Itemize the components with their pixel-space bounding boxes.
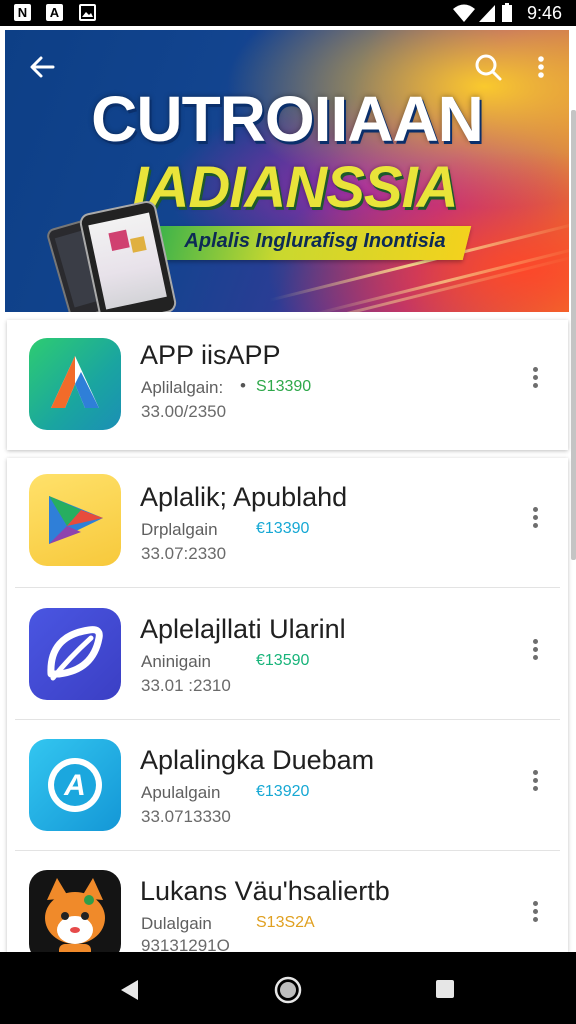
app-date: 33.00/2350	[141, 402, 227, 421]
fox-mascot-icon	[29, 870, 121, 962]
more-vert-icon[interactable]	[530, 364, 540, 394]
app-price: €13590	[256, 652, 310, 669]
app-date: 33.01 :2310	[141, 676, 231, 695]
app-subtitle: Aninigain	[141, 652, 211, 671]
app-card-featured: APP iisAPP Aplilalgain: • S13390 33.00/2…	[7, 320, 568, 450]
leaf-swirl-icon	[29, 608, 121, 700]
app-list-item[interactable]: Aplelajllati Ularinl Aninigain €13590 33…	[7, 590, 568, 720]
nav-recents-icon[interactable]	[436, 980, 454, 998]
signal-icon	[479, 5, 495, 22]
notification-n-icon: N	[14, 4, 31, 21]
status-time: 9:46	[526, 3, 562, 23]
hero-ribbon-text: Aplalis Inglurafisg Inontisia	[184, 230, 446, 252]
app-price: €13390	[256, 520, 310, 537]
app-list-item[interactable]: APP iisAPP Aplilalgain: • S13390 33.00/2…	[7, 320, 568, 450]
hero-banner[interactable]: CUTROIIAAN IADIANSSIA Aplalis Inglurafis…	[5, 30, 569, 312]
back-arrow-icon[interactable]	[27, 52, 57, 82]
svg-text:A: A	[63, 769, 86, 802]
app-date: 33.0713330	[141, 807, 231, 826]
more-vert-icon[interactable]	[531, 52, 551, 82]
nav-back-icon[interactable]	[118, 978, 142, 1002]
app-list-item[interactable]: Lukans Väu'hsaliertb Dulalgain S13S2A 93…	[7, 852, 568, 962]
app-title: Lukans Väu'hsaliertb	[140, 876, 390, 906]
app-list: Aplalik; Apublahd Drplalgain €13390 33.0…	[7, 458, 568, 962]
app-list-item[interactable]: Aplalik; Apublahd Drplalgain €13390 33.0…	[7, 458, 568, 588]
more-vert-icon[interactable]	[530, 767, 540, 797]
play-triangle-icon	[29, 474, 121, 566]
app-subtitle: Drplalgain	[141, 520, 218, 539]
more-vert-icon[interactable]	[530, 504, 540, 534]
navigation-bar	[0, 952, 576, 1024]
app-title: Aplalik; Apublahd	[140, 482, 348, 512]
notification-a-icon: A	[46, 4, 63, 21]
app-title: APP iisAPP	[140, 340, 281, 370]
app-price: S13S2A	[256, 914, 315, 931]
status-bar: N A 9:46	[0, 0, 576, 26]
app-subtitle: Dulalgain	[141, 914, 212, 933]
app-date: 33.07:2330	[141, 544, 227, 563]
app-subtitle: Apulalgain	[141, 783, 221, 802]
circle-a-icon: A	[29, 739, 121, 831]
more-vert-icon[interactable]	[530, 636, 540, 666]
app-price: €13920	[256, 783, 310, 800]
nav-home-icon[interactable]	[274, 976, 302, 1004]
image-icon	[79, 4, 96, 21]
wifi-icon	[453, 4, 475, 22]
separator-dot: •	[240, 376, 246, 395]
app-list-item[interactable]: A Aplalingka Duebam Apulalgain €13920 33…	[7, 721, 568, 851]
triangle-a-icon	[29, 338, 121, 430]
search-icon[interactable]	[473, 52, 503, 82]
app-subtitle: Aplilalgain:	[141, 378, 224, 397]
app-price: S13390	[256, 378, 312, 395]
app-title: Aplalingka Duebam	[140, 745, 375, 775]
hero-title: CUTROIIAAN	[91, 83, 484, 155]
app-title: Aplelajllati Ularinl	[140, 614, 346, 644]
battery-icon	[502, 3, 512, 22]
scrollbar[interactable]	[571, 110, 576, 560]
more-vert-icon[interactable]	[530, 898, 540, 928]
